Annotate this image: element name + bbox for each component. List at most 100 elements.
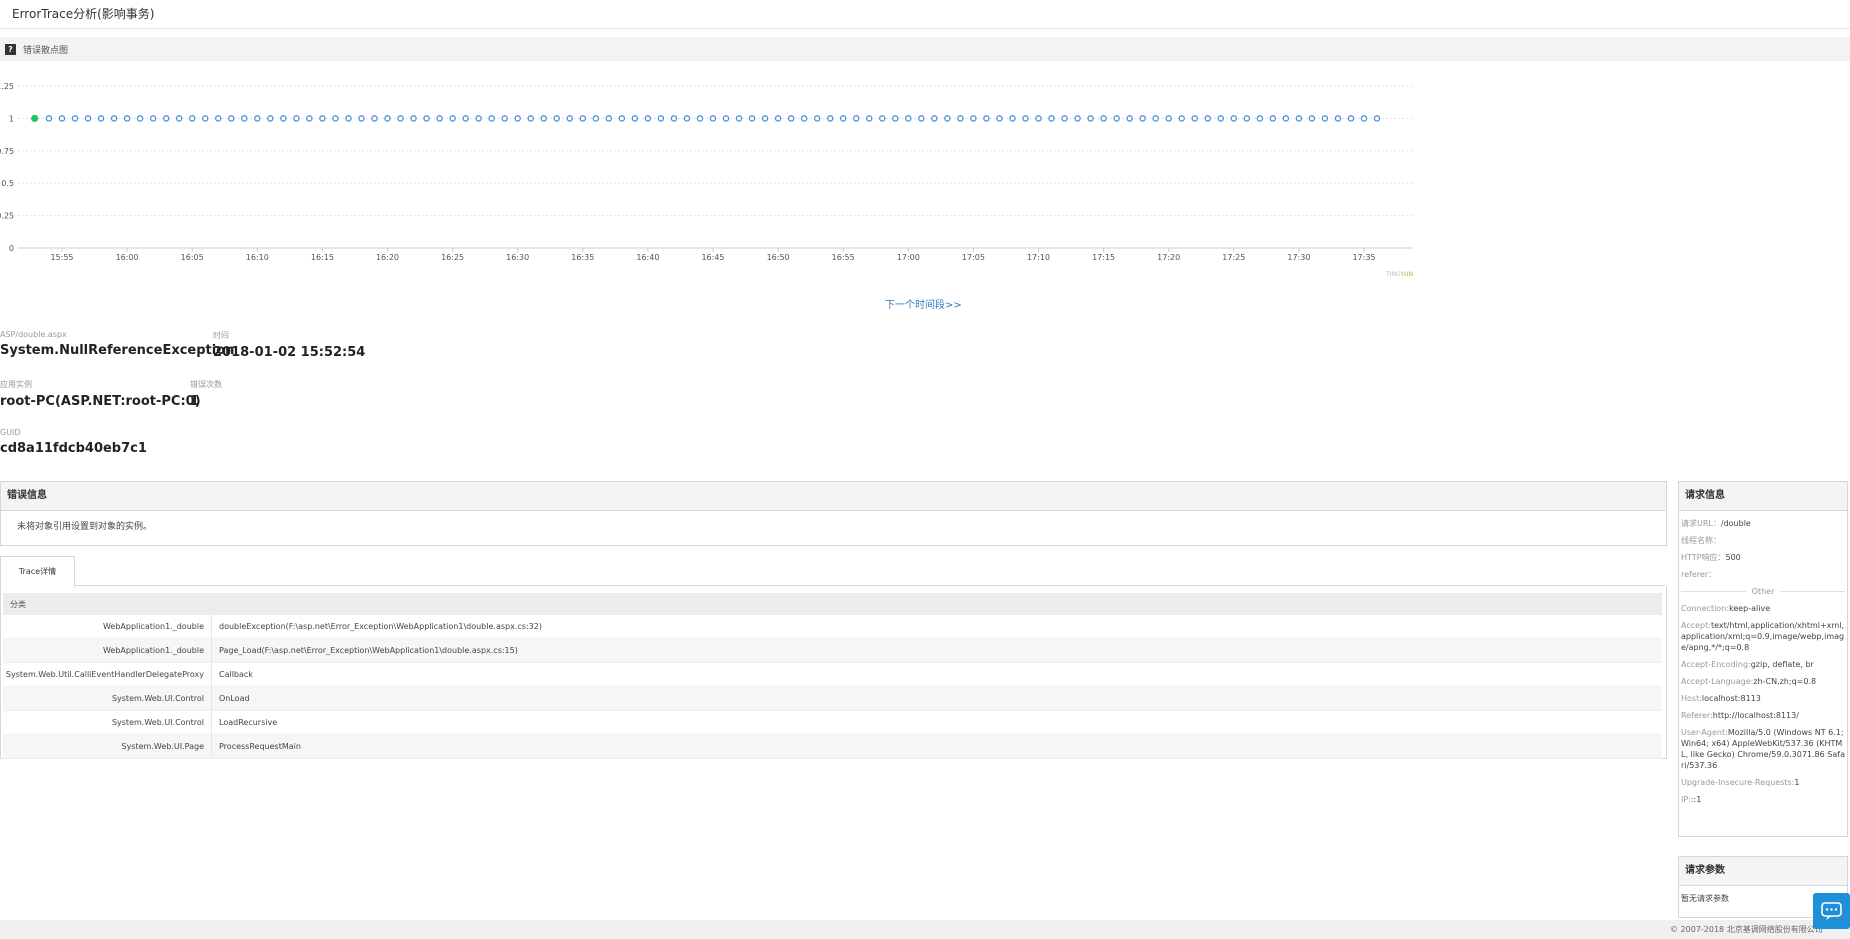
data-point	[71, 115, 79, 122]
data-point	[1217, 115, 1225, 122]
data-point	[397, 115, 404, 122]
data-point	[1373, 115, 1381, 122]
data-point	[696, 115, 704, 122]
request-field: referer：	[1681, 569, 1845, 580]
table-row: WebApplication1._double doubleException(…	[3, 615, 1662, 639]
header-field: Accept-Language:zh-CN,zh;q=0.8	[1681, 676, 1845, 687]
x-tick-label: 17:00	[897, 253, 920, 262]
data-point	[931, 115, 938, 122]
data-point	[358, 115, 365, 122]
table-row: System.Web.Util.CalliEventHandlerDelegat…	[3, 662, 1662, 687]
header-field-key: Accept-Language:	[1681, 677, 1754, 686]
data-point	[553, 115, 561, 122]
data-point	[579, 115, 587, 122]
data-point	[1295, 115, 1303, 122]
data-point	[201, 115, 209, 122]
data-point	[228, 115, 235, 122]
data-point	[1308, 115, 1316, 122]
data-point	[670, 115, 678, 122]
next-period-link[interactable]: 下一个时间段>>	[885, 296, 962, 311]
error-scatter-chart: 0 0.25 0.5 0.75 1 1.25 15:55 16:00 16:05 16:10 16:…	[0, 82, 1413, 278]
header-field: Accept-Encoding:gzip, deflate, br	[1681, 659, 1845, 670]
x-tick-label: 16:50	[767, 253, 790, 262]
data-point	[214, 115, 222, 122]
y-tick-label: 1.25	[0, 82, 14, 91]
data-point	[1269, 115, 1277, 122]
table-row: System.Web.UI.Control LoadRecursive	[3, 710, 1662, 735]
data-point	[657, 115, 665, 122]
trace-table-header: 分类	[3, 593, 1662, 615]
x-tick-label: 17:05	[962, 253, 985, 262]
data-point	[826, 115, 834, 122]
header-field-key: Host:	[1681, 694, 1702, 703]
data-point	[527, 115, 534, 122]
data-point	[410, 115, 417, 122]
request-field-key: 请求URL：	[1681, 519, 1721, 528]
x-tick-label: 16:10	[246, 253, 269, 262]
y-tick-label: 0.5	[1, 179, 14, 188]
other-divider: Other	[1681, 586, 1845, 597]
scatter-section-title: 错误散点图	[23, 46, 69, 56]
data-point	[188, 115, 196, 122]
request-field: HTTP响应：500	[1681, 552, 1845, 563]
detail-guid-value: cd8a11fdcb40eb7c1	[0, 441, 147, 456]
header-field-key: Accept-Encoding:	[1681, 660, 1751, 669]
data-point	[983, 115, 990, 122]
scatter-section-bar: ? 错误散点图	[0, 37, 1850, 61]
trace-method: doubleException(F:\asp.net\Error_Excepti…	[211, 615, 1662, 639]
x-tick-label: 17:20	[1157, 253, 1180, 262]
tab-trace-details[interactable]: Trace详情	[0, 556, 75, 587]
data-point	[514, 115, 521, 122]
chat-button[interactable]	[1813, 893, 1850, 929]
data-point	[540, 115, 547, 122]
detail-time-label: 时间	[213, 331, 229, 340]
x-tick-label: 16:05	[181, 253, 204, 262]
x-tick-label: 16:30	[506, 253, 529, 262]
detail-count-value: 1	[190, 394, 200, 409]
data-point	[683, 115, 691, 122]
data-point	[1126, 115, 1133, 122]
error-info-title: 错误信息	[1, 482, 1666, 511]
y-tick-label: 0	[9, 244, 14, 253]
data-point	[1360, 115, 1368, 122]
data-point	[644, 115, 652, 122]
header-field-value: keep-alive	[1728, 604, 1771, 613]
detail-instance: 应用实例 root-PC(ASP.NET:root-PC:0)	[0, 379, 201, 409]
detail-url-label: ASP/double.aspx	[0, 330, 67, 339]
trace-class: System.Web.UI.Control	[3, 710, 212, 735]
data-point	[306, 115, 313, 122]
data-point	[879, 115, 886, 122]
data-point	[449, 115, 456, 122]
x-tick-label: 16:40	[636, 253, 659, 262]
data-point-error	[31, 114, 39, 122]
table-row: System.Web.UI.Page ProcessRequestMain	[3, 734, 1662, 759]
x-tick-label: 17:10	[1027, 253, 1050, 262]
other-label: Other	[1751, 587, 1775, 596]
table-row: WebApplication1._double Page_Load(F:\asp…	[3, 638, 1662, 663]
data-point	[735, 115, 743, 122]
header-field: Accept:text/html,application/xhtml+xml,a…	[1681, 620, 1845, 653]
request-field: 请求URL：/double	[1681, 518, 1845, 529]
data-point	[423, 115, 430, 122]
x-tick-label: 17:25	[1222, 253, 1245, 262]
trace-class: System.Web.UI.Page	[3, 734, 212, 759]
help-icon[interactable]: ?	[5, 44, 16, 55]
header-field-value: localhost:8113	[1701, 694, 1761, 703]
data-point	[1204, 115, 1212, 122]
data-point	[748, 115, 756, 122]
request-field-value: /double	[1720, 519, 1751, 528]
trace-method: ProcessRequestMain	[211, 734, 1662, 759]
data-point	[1100, 115, 1107, 122]
data-point	[1282, 115, 1290, 122]
data-point	[1256, 115, 1264, 122]
detail-count: 错误次数 1	[190, 379, 222, 409]
header-field: User-Agent:Mozilla/5.0 (Windows NT 6.1; …	[1681, 727, 1845, 771]
trace-class: WebApplication1._double	[3, 638, 212, 663]
data-point	[566, 115, 574, 122]
request-info-panel: 请求信息 请求URL：/double 线程名称： HTTP响应：500 refe…	[1678, 481, 1848, 837]
data-point	[618, 115, 626, 122]
data-point	[345, 115, 352, 122]
header-field-key: Referer:	[1681, 711, 1713, 720]
data-point	[84, 115, 92, 122]
page-header: ErrorTrace分析(影响事务)	[0, 0, 1850, 29]
